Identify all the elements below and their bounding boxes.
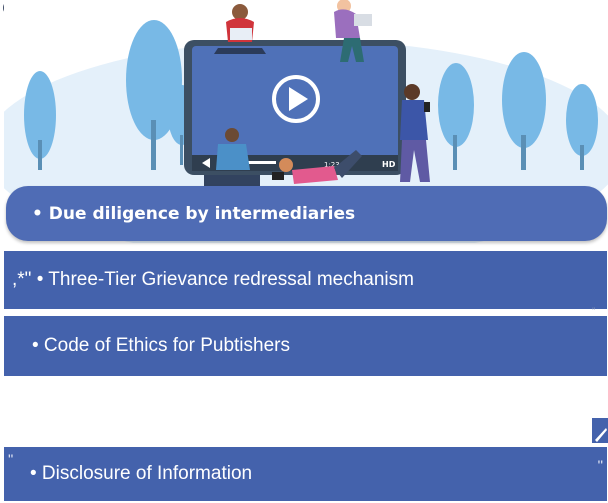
bullet-label: • Due diligence by intermediaries	[32, 203, 356, 224]
corner-edit-icon	[592, 418, 608, 443]
bullet-due-diligence: • Due diligence by intermediaries	[6, 186, 607, 241]
bullet-label: ,*" • Three-Tier Grievance redressal mec…	[12, 269, 414, 291]
bullet-disclosure: '' • Disclosure of Information ''	[4, 447, 607, 501]
bullet-text: • Three-Tier Grievance redressal mechani…	[31, 269, 414, 290]
edge-mark: ''	[592, 306, 596, 316]
quote-mark-left: ''	[8, 451, 14, 467]
quote-mark-right: ''	[597, 457, 603, 473]
bullet-code-of-ethics: • Code of Ethics for Pubtishers	[4, 316, 607, 376]
bullet-grievance-redressal: ,*" • Three-Tier Grievance redressal mec…	[4, 251, 607, 309]
bullet-label: • Disclosure of Information	[30, 463, 253, 484]
bullet-label: • Code of Ethics for Pubtishers	[32, 335, 290, 356]
bullet-prefix: ,*"	[12, 269, 32, 290]
svg-text:HD: HD	[382, 160, 396, 169]
